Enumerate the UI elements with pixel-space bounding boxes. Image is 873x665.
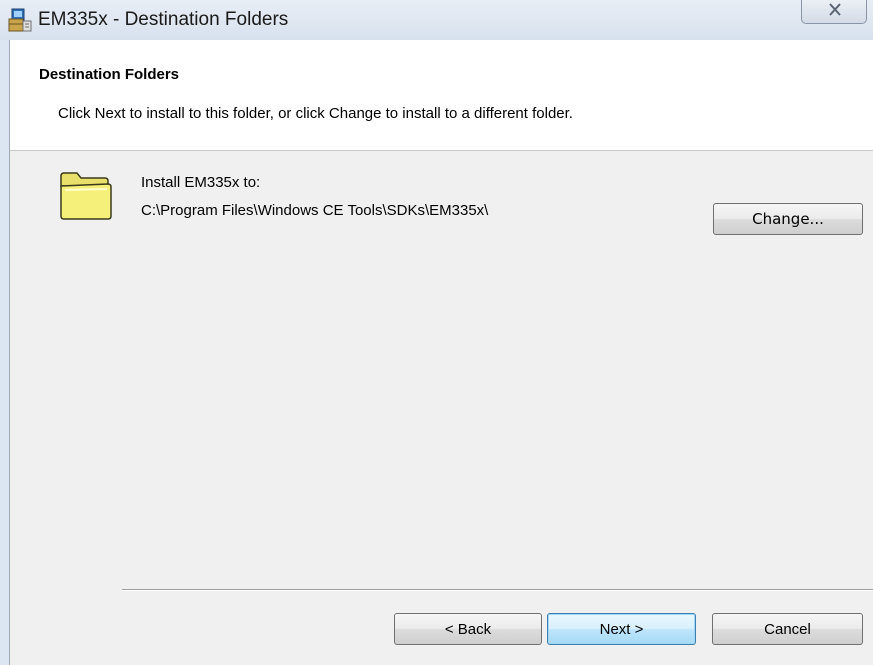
installer-window: EM335x - Destination Folders Destination… xyxy=(0,0,873,665)
install-label: Install EM335x to: xyxy=(141,174,261,191)
dialog-client-area: Destination Folders Click Next to instal… xyxy=(9,40,873,665)
cancel-button[interactable]: Cancel xyxy=(712,613,863,645)
installer-package-icon xyxy=(8,7,32,33)
install-path: C:\Program Files\Windows CE Tools\SDKs\E… xyxy=(141,202,489,219)
page-title: Destination Folders xyxy=(39,66,180,83)
close-button[interactable] xyxy=(801,0,867,24)
change-button[interactable]: Change... xyxy=(713,203,863,235)
header-banner: Destination Folders Click Next to instal… xyxy=(10,40,873,151)
back-button[interactable]: < Back xyxy=(394,613,542,645)
footer-divider xyxy=(122,589,873,591)
window-title: EM335x - Destination Folders xyxy=(38,9,289,30)
next-button[interactable]: Next > xyxy=(547,613,696,645)
title-bar[interactable]: EM335x - Destination Folders xyxy=(0,0,873,40)
page-description: Click Next to install to this folder, or… xyxy=(58,105,573,122)
folder-icon xyxy=(57,170,115,222)
